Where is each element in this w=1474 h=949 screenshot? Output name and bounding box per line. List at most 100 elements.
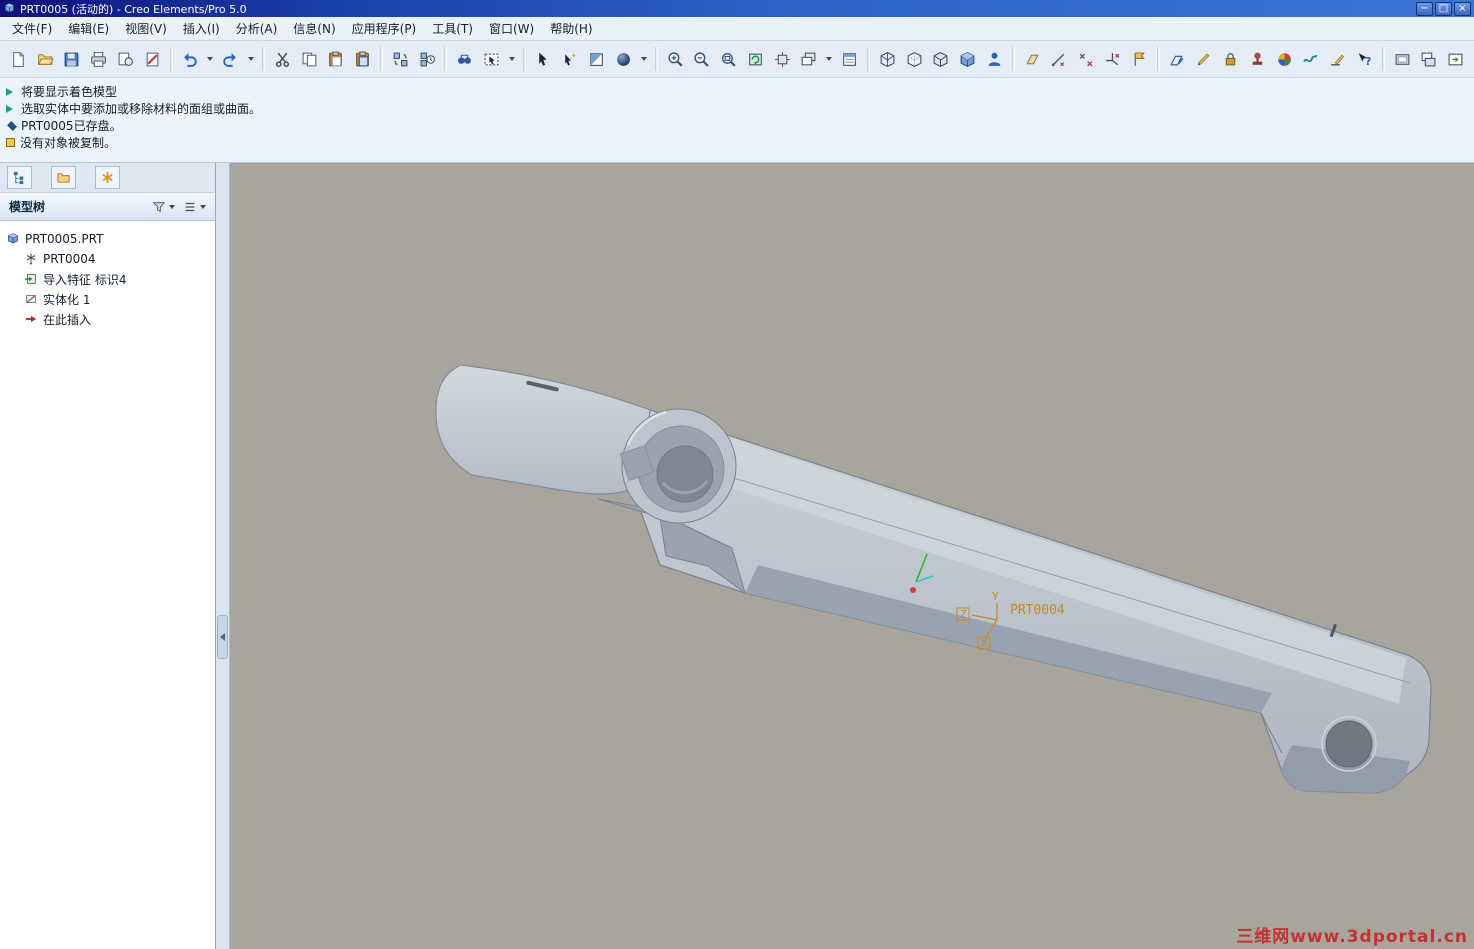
- window-extra-button[interactable]: [1443, 47, 1468, 72]
- toolbar-separator: [261, 47, 265, 71]
- menu-item-edit[interactable]: 编辑(E): [60, 16, 117, 41]
- copy-icon: [301, 51, 318, 68]
- copy-button[interactable]: [297, 47, 322, 72]
- datum-points-icon: [1077, 51, 1094, 68]
- toolbar-separator: [444, 47, 448, 71]
- find-button[interactable]: [452, 47, 477, 72]
- part-icon: [6, 232, 20, 246]
- zoom-in-button[interactable]: [663, 47, 688, 72]
- csys-name-label: PRT0004: [1010, 603, 1065, 618]
- toolbar-separator: [1156, 47, 1160, 71]
- appearance-gallery-button[interactable]: [1272, 47, 1297, 72]
- datum-axes-icon: [1050, 51, 1067, 68]
- tree-node-prt0004[interactable]: PRT0004: [0, 249, 215, 269]
- window-fit-button[interactable]: [1390, 47, 1415, 72]
- annotation-tool-button[interactable]: [1325, 47, 1350, 72]
- appearance-sphere-button[interactable]: [611, 47, 636, 72]
- orient-button[interactable]: [770, 47, 795, 72]
- zoom-out-button[interactable]: [690, 47, 715, 72]
- saved-views-button[interactable]: [797, 47, 822, 72]
- menu-item-tools[interactable]: 工具(T): [424, 16, 481, 41]
- erase-display-button[interactable]: [140, 47, 165, 72]
- menu-item-view[interactable]: 视图(V): [117, 16, 175, 41]
- saved-views-dropdown[interactable]: [823, 47, 835, 72]
- regen-manager-button[interactable]: [415, 47, 440, 72]
- menu-item-info[interactable]: 信息(N): [285, 16, 343, 41]
- shade-tool-button[interactable]: [584, 47, 609, 72]
- tree-filter-button[interactable]: [152, 200, 175, 214]
- style-tool-button[interactable]: [1298, 47, 1323, 72]
- cut-button[interactable]: [270, 47, 295, 72]
- open-button[interactable]: [33, 47, 58, 72]
- hidden-line-button[interactable]: [902, 47, 927, 72]
- paste-special-button[interactable]: [350, 47, 375, 72]
- datum-axes-toggle[interactable]: [1047, 47, 1072, 72]
- tree-node-insert-here[interactable]: 在此插入: [0, 309, 215, 329]
- undo-button[interactable]: [178, 47, 203, 72]
- tree-node-import-feature[interactable]: 导入特征 标识4: [0, 269, 215, 289]
- datum-planes-toggle[interactable]: [1020, 47, 1045, 72]
- model-tree-tab[interactable]: [7, 166, 32, 189]
- menu-item-help[interactable]: 帮助(H): [542, 16, 600, 41]
- print-button[interactable]: [86, 47, 111, 72]
- tree-node-solidify[interactable]: 实体化 1: [0, 289, 215, 309]
- undo-dropdown[interactable]: [204, 47, 216, 72]
- selection-filter-dropdown[interactable]: [506, 47, 518, 72]
- redo-button[interactable]: [218, 47, 243, 72]
- stamp-tool-button[interactable]: [1245, 47, 1270, 72]
- window-activate-button[interactable]: [1417, 47, 1442, 72]
- new-file-button[interactable]: [6, 47, 31, 72]
- person-button[interactable]: [982, 47, 1007, 72]
- print-preview-button[interactable]: [113, 47, 138, 72]
- bullet-icon: [7, 120, 17, 131]
- wireframe-icon: [879, 51, 896, 68]
- panel-collapse-handle[interactable]: [217, 615, 228, 659]
- datum-csys-toggle[interactable]: [1100, 47, 1125, 72]
- shaded-button[interactable]: [955, 47, 980, 72]
- repaint-icon: [747, 51, 764, 68]
- datum-points-toggle[interactable]: [1073, 47, 1098, 72]
- open-icon: [37, 51, 54, 68]
- paste-special-icon: [354, 51, 371, 68]
- 3d-viewport[interactable]: Y Z X PRT0004 三维网www.3dportal.cn: [230, 163, 1474, 949]
- favorites-tab[interactable]: [95, 166, 120, 189]
- datum-plane-tool-button[interactable]: [1165, 47, 1190, 72]
- info-icon: [6, 138, 15, 147]
- sketch-tool-button[interactable]: [1191, 47, 1216, 72]
- zoom-in-icon: [667, 51, 684, 68]
- select-items-button[interactable]: [531, 47, 556, 72]
- toolbar-separator: [522, 47, 526, 71]
- wireframe-button[interactable]: [875, 47, 900, 72]
- minimize-button[interactable]: −: [1416, 1, 1433, 16]
- message-text: 将要显示着色模型: [21, 85, 118, 99]
- menu-item-file[interactable]: 文件(F): [4, 16, 60, 41]
- panel-sash[interactable]: [216, 163, 230, 949]
- view-manager-button[interactable]: [837, 47, 862, 72]
- menu-item-window[interactable]: 窗口(W): [481, 16, 542, 41]
- smart-select-button[interactable]: [558, 47, 583, 72]
- new-file-icon: [10, 51, 27, 68]
- menu-item-applications[interactable]: 应用程序(P): [344, 16, 425, 41]
- maximize-button[interactable]: □: [1435, 1, 1452, 16]
- repaint-button[interactable]: [743, 47, 768, 72]
- save-button[interactable]: [60, 47, 85, 72]
- toolbar-separator: [1381, 47, 1385, 71]
- close-button[interactable]: ×: [1454, 1, 1471, 16]
- tree-settings-button[interactable]: [183, 200, 206, 214]
- redo-dropdown[interactable]: [245, 47, 257, 72]
- context-help-button[interactable]: [1352, 47, 1377, 72]
- 3d-model-canvas[interactable]: Y Z X PRT0004: [230, 163, 1474, 949]
- lock-tool-button[interactable]: [1218, 47, 1243, 72]
- regenerate-button[interactable]: [388, 47, 413, 72]
- paste-button[interactable]: [323, 47, 348, 72]
- annotations-toggle[interactable]: [1127, 47, 1152, 72]
- selection-filter-button[interactable]: [479, 47, 504, 72]
- menu-item-insert[interactable]: 插入(I): [175, 16, 228, 41]
- folder-browser-tab[interactable]: [51, 166, 76, 189]
- appearance-dropdown[interactable]: [638, 47, 650, 72]
- no-hidden-button[interactable]: [929, 47, 954, 72]
- tree-node-prt0005[interactable]: PRT0005.PRT: [0, 229, 215, 249]
- refit-button[interactable]: [716, 47, 741, 72]
- refit-icon: [720, 51, 737, 68]
- menu-item-analysis[interactable]: 分析(A): [228, 16, 286, 41]
